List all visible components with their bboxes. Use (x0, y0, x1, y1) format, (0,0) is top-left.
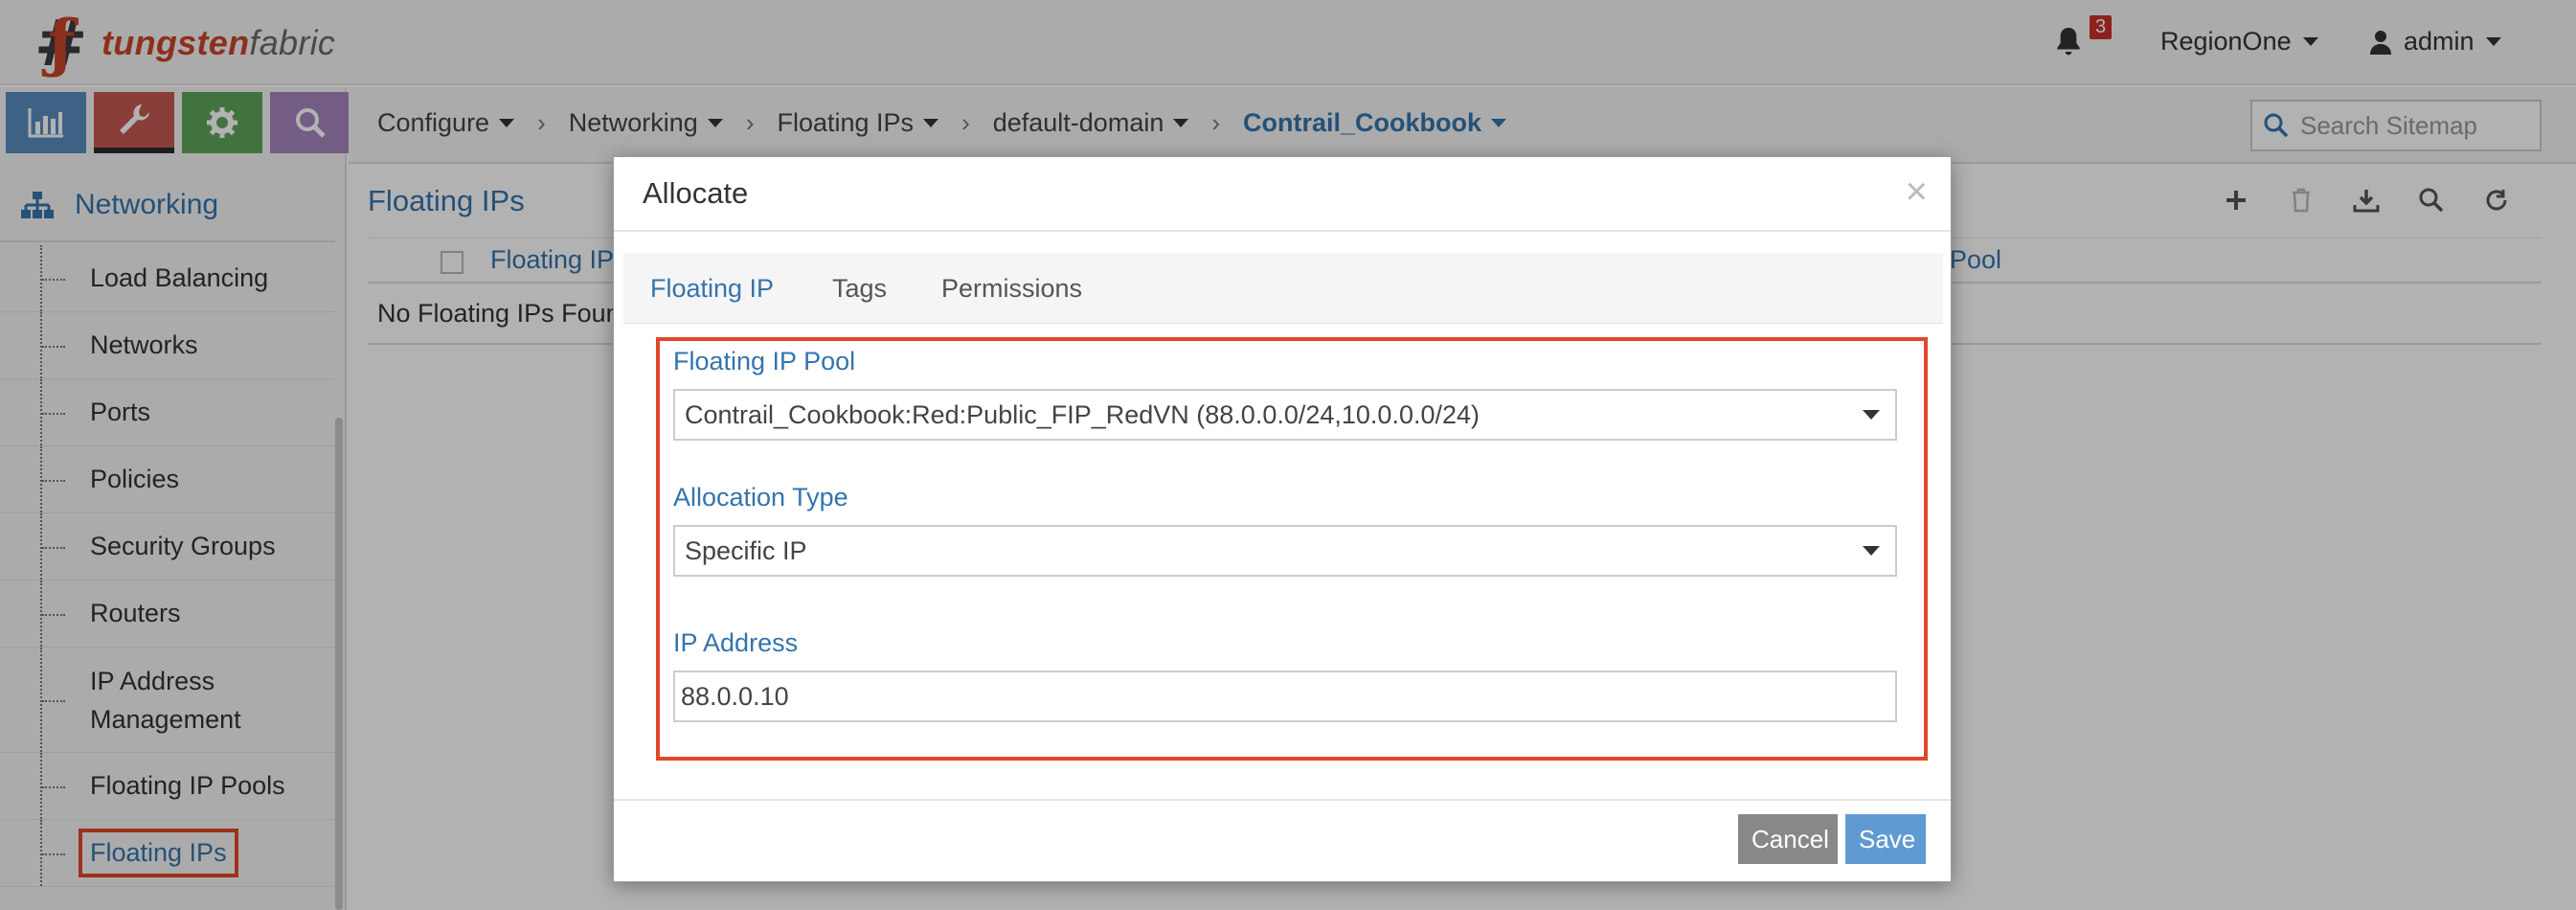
modal-header: Allocate × (614, 157, 1951, 232)
chevron-down-icon (1863, 410, 1880, 420)
modal-title: Allocate (643, 176, 749, 210)
form-highlight-box: Floating IP Pool Contrail_Cookbook:Red:P… (656, 337, 1928, 761)
close-icon[interactable]: × (1906, 171, 1928, 214)
floating-ip-pool-label: Floating IP Pool (673, 347, 856, 375)
ip-address-label: IP Address (673, 628, 799, 657)
tab-permissions[interactable]: Permissions (941, 274, 1082, 304)
tab-floating-ip[interactable]: Floating IP (650, 274, 774, 304)
floating-ip-pool-value: Contrail_Cookbook:Red:Public_FIP_RedVN (… (685, 399, 1480, 429)
modal-tabs: Floating IP Tags Permissions (623, 253, 1943, 324)
ip-address-value: 88.0.0.10 (681, 681, 789, 711)
allocation-type-value: Specific IP (685, 535, 807, 565)
chevron-down-icon (1863, 546, 1880, 556)
ip-address-input[interactable]: 88.0.0.10 (673, 671, 1897, 722)
cancel-button[interactable]: Cancel (1738, 814, 1838, 864)
floating-ip-pool-select[interactable]: Contrail_Cookbook:Red:Public_FIP_RedVN (… (673, 389, 1897, 441)
save-button[interactable]: Save (1845, 814, 1926, 864)
allocate-modal: Allocate × Floating IP Tags Permissions … (613, 156, 1952, 882)
allocation-type-label: Allocation Type (673, 483, 848, 512)
allocation-type-select[interactable]: Specific IP (673, 525, 1897, 577)
tab-tags[interactable]: Tags (832, 274, 887, 304)
